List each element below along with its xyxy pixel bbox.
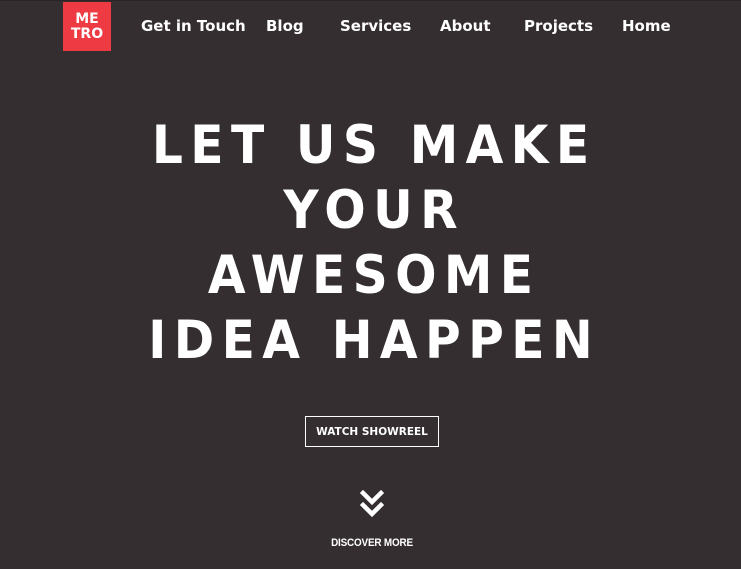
discover-more-label: DISCOVER MORE	[331, 537, 413, 549]
hero-line-3: AWESOME	[207, 245, 541, 306]
nav-item-services[interactable]: Services	[340, 14, 411, 38]
hero-headline: LET US MAKE YOUR AWESOME IDEA HAPPEN	[0, 113, 741, 373]
top-border	[0, 0, 741, 1]
nav-item-about[interactable]: About	[440, 14, 491, 38]
watch-showreel-button[interactable]: WATCH SHOWREEL	[305, 416, 439, 447]
hero-line-4: IDEA HAPPEN	[148, 310, 601, 371]
discover-more-link[interactable]: DISCOVER MORE	[320, 490, 424, 549]
hero-line-2: YOUR	[283, 180, 465, 241]
nav-item-get-in-touch[interactable]: Get in Touch	[141, 14, 246, 38]
hero-line-1: LET US MAKE	[151, 115, 597, 176]
main-nav: Get in Touch Blog Services About Project…	[0, 14, 741, 38]
double-chevron-down-icon	[360, 490, 384, 518]
nav-item-blog[interactable]: Blog	[266, 14, 304, 38]
nav-item-projects[interactable]: Projects	[524, 14, 593, 38]
nav-item-home[interactable]: Home	[622, 14, 671, 38]
